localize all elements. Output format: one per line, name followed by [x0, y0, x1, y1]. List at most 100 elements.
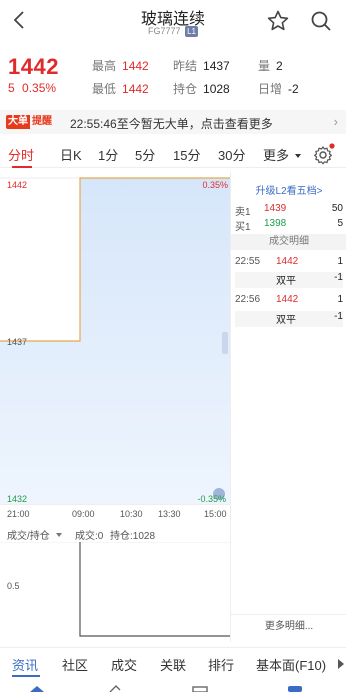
panel-handle[interactable] [222, 332, 228, 354]
trade-detail-header: 成交明细 [231, 234, 346, 250]
caret-down-icon [55, 533, 62, 537]
tab-community[interactable]: 社区 [62, 655, 88, 674]
trade-price: 1442 [276, 294, 299, 305]
trade-icon[interactable] [109, 685, 121, 692]
trade-type-row: 双平 -1 [235, 311, 343, 327]
low-cell: 最低 1442 [92, 80, 149, 97]
upgrade-l2-link[interactable]: 升级L2看五档> [231, 182, 346, 197]
trade-price: 1442 [276, 256, 299, 267]
trade-qty: 1 [337, 294, 343, 305]
y-label-top: 1442 [7, 180, 28, 190]
bid-label: 买1 [235, 222, 251, 233]
volume-cell: 量2 [258, 57, 283, 74]
trade-qty: 1 [337, 256, 343, 267]
quote-panel: 1442 5 0.35% 最高 1442 最低 1442 昨结 1437 持仓 1028… [0, 48, 346, 106]
tab-30min[interactable]: 30分 [218, 145, 245, 164]
price-change: 5 0.35% [8, 81, 56, 95]
ask-price: 1439 [264, 203, 287, 214]
more-detail-link[interactable]: 更多明细... [231, 614, 346, 638]
caret-down-icon [294, 154, 301, 158]
pct-label-top: 0.35% [202, 180, 228, 190]
big-order-notice[interactable]: 大单 提醒 22:55:46至今暂无大单，点击查看更多 › [0, 110, 346, 134]
trade-time: 22:55 [235, 256, 261, 267]
high-value: 1442 [122, 59, 149, 73]
trade-row: 22:56 1442 1 [235, 294, 343, 310]
bottom-nav [30, 685, 302, 692]
y-label-bottom: 1432 [7, 494, 28, 504]
trade-type-row: 双平 -1 [235, 272, 343, 288]
prev-settle-value: 1437 [203, 59, 230, 73]
pct-label-bottom: -0.35% [197, 494, 226, 504]
header: 玻璃连续 FG7777 L1 [0, 0, 346, 44]
bid-price: 1398 [264, 218, 287, 229]
change-value: 5 [8, 81, 15, 95]
tab-5min[interactable]: 5分 [135, 145, 155, 164]
open-interest-label: 持仓 [173, 82, 198, 96]
badge-reminder: 提醒 [32, 116, 52, 127]
trade-type: 双平 [276, 276, 296, 287]
trade-time: 22:56 [235, 294, 261, 305]
x-label-3: 13:30 [158, 509, 181, 519]
change-percent: 0.35% [22, 81, 57, 95]
volume-chart[interactable]: 0.5 [0, 542, 230, 642]
contract-code: FG7777 L1 [0, 26, 346, 37]
bid-row: 买1 1398 5 [235, 218, 343, 233]
tab-ranking[interactable]: 排行 [208, 655, 234, 674]
tab-intraday[interactable]: 分时 [8, 145, 34, 164]
open-interest-value: 1028 [203, 82, 230, 96]
y-label-mid: 1437 [7, 337, 28, 347]
tab-15min[interactable]: 15分 [173, 145, 200, 164]
low-label: 最低 [92, 82, 117, 96]
high-label: 最高 [92, 59, 117, 73]
open-interest-cell: 持仓 1028 [173, 80, 230, 97]
high-cell: 最高 1442 [92, 57, 149, 74]
gear-icon[interactable] [313, 143, 335, 165]
home-icon[interactable] [30, 686, 44, 692]
tab-active-indicator [12, 166, 32, 168]
ask-label: 卖1 [235, 207, 251, 218]
trade-delta: -1 [334, 311, 343, 322]
indicator-selector-label: 成交/持仓 [7, 531, 50, 542]
volume-stat: 成交:0 [75, 531, 104, 542]
indicator-selector[interactable]: 成交/持仓 [7, 527, 63, 542]
low-value: 1442 [122, 82, 149, 96]
bottom-tab-active-indicator [12, 675, 40, 677]
chevron-right-icon: › [333, 114, 338, 129]
account-icon[interactable] [288, 686, 302, 692]
price-chart-svg [0, 177, 230, 505]
market-icon[interactable] [192, 686, 208, 692]
contract-code-text: FG7777 [148, 26, 181, 36]
tab-more-label: 更多 [263, 148, 290, 163]
volume-label: 量 [258, 59, 271, 73]
prev-settle-label: 昨结 [173, 59, 198, 73]
tab-daily-k[interactable]: 日K [60, 145, 82, 164]
star-icon[interactable] [266, 9, 290, 33]
tab-trades[interactable]: 成交 [111, 655, 137, 674]
last-price: 1442 [8, 54, 59, 79]
tab-fundamentals[interactable]: 基本面(F10) [256, 655, 326, 674]
period-tabs: 分时 日K 1分 5分 15分 30分 更多 [0, 140, 346, 168]
caret-right-icon[interactable] [337, 658, 345, 670]
bottom-tabs: 资讯 社区 成交 关联 排行 基本面(F10) [0, 647, 346, 677]
daily-increase-value: -2 [288, 82, 299, 96]
order-book-panel: 升级L2看五档> 卖1 1439 50 买1 1398 5 成交明细 22:55… [230, 172, 346, 642]
daily-increase-label: 日增 [258, 82, 283, 96]
badge-big-order: 大单 [6, 115, 30, 129]
level-tag: L1 [185, 26, 198, 37]
prev-settle-cell: 昨结 1437 [173, 57, 230, 74]
volume-value: 2 [276, 59, 283, 73]
notice-text: 22:55:46至今暂无大单，点击查看更多 [70, 117, 273, 131]
intraday-chart[interactable]: 1442 1437 1432 0.35% -0.35% 21:00 09:00 … [0, 172, 230, 522]
tab-more[interactable]: 更多 [263, 145, 302, 164]
notification-dot [329, 143, 335, 149]
tab-news[interactable]: 资讯 [12, 655, 38, 674]
search-icon[interactable] [309, 9, 333, 33]
ask-qty: 50 [331, 203, 343, 214]
tab-related[interactable]: 关联 [160, 655, 186, 674]
tab-1min[interactable]: 1分 [98, 145, 118, 164]
bid-qty: 5 [337, 218, 343, 229]
open-interest-stat: 持仓:1028 [110, 531, 156, 542]
big-order-badge: 大单 提醒 [6, 115, 54, 129]
x-label-1: 09:00 [72, 509, 95, 519]
open-interest-line [79, 542, 230, 637]
